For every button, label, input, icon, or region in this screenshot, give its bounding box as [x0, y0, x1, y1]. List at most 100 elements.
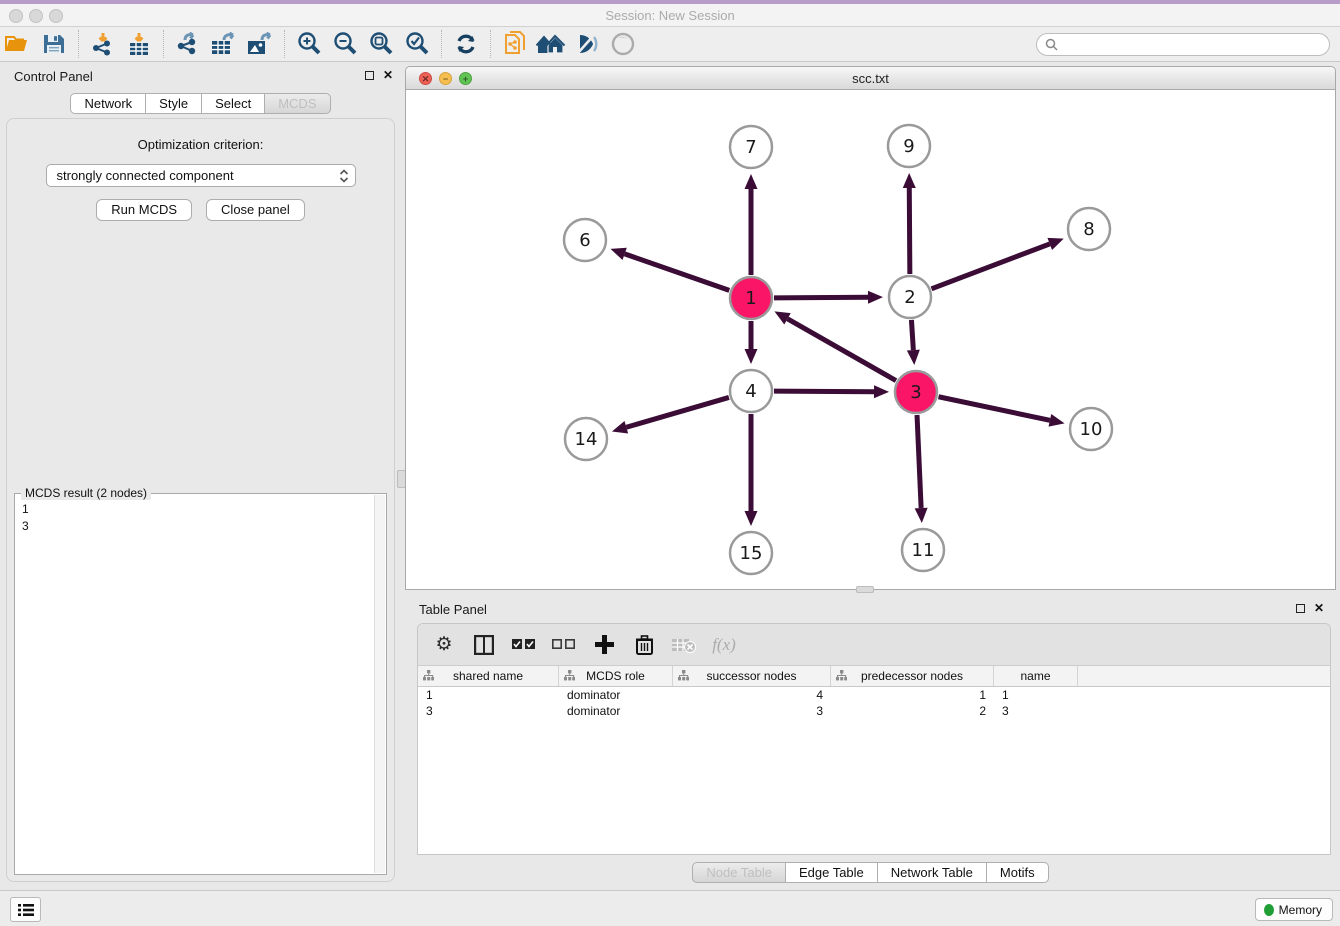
node-label-6: 6 — [579, 230, 590, 251]
view-resize-grip[interactable] — [856, 586, 874, 593]
table-cell[interactable]: 1 — [418, 687, 559, 703]
column-header-label: shared name — [453, 669, 523, 683]
edge-1-6[interactable] — [625, 254, 730, 291]
column-header-name[interactable]: name — [994, 666, 1078, 686]
add-row-icon[interactable] — [586, 628, 622, 662]
shared-column-icon — [423, 670, 434, 681]
zoom-fit-icon[interactable] — [363, 29, 399, 59]
table-row[interactable]: 1dominator411 — [418, 687, 1330, 703]
edge-3-10[interactable] — [939, 397, 1050, 421]
toolbar-separator — [78, 30, 79, 58]
table-cell[interactable]: dominator — [559, 687, 673, 703]
save-session-icon[interactable] — [36, 29, 72, 59]
network-window-title: scc.txt — [406, 71, 1335, 86]
mcds-result-group: MCDS result (2 nodes) 1 3 — [14, 493, 387, 875]
network-canvas[interactable]: 7968124314101511 — [406, 90, 1335, 589]
edge-3-11[interactable] — [917, 415, 921, 508]
close-table-panel-icon[interactable]: ✕ — [1314, 603, 1324, 613]
show-all-networks-icon[interactable] — [533, 29, 569, 59]
import-network-icon[interactable] — [85, 29, 121, 59]
node-label-11: 11 — [912, 540, 935, 561]
export-network-icon[interactable] — [170, 29, 206, 59]
float-panel-icon[interactable] — [365, 71, 374, 80]
control-panel-title: Control Panel — [14, 69, 93, 84]
window-title: Session: New Session — [0, 8, 1340, 23]
delete-row-icon[interactable] — [626, 628, 662, 662]
deselect-all-icon[interactable] — [546, 628, 582, 662]
export-image-icon[interactable] — [242, 29, 278, 59]
table-toolbar: ⚙ f(x) — [418, 624, 1330, 666]
edge-arrowhead — [903, 173, 916, 188]
search-input[interactable] — [1063, 38, 1329, 52]
open-file-icon[interactable] — [0, 29, 36, 59]
select-arrows-icon — [339, 168, 349, 184]
duplicate-network-icon[interactable] — [497, 29, 533, 59]
table-tabs: Node TableEdge TableNetwork TableMotifs — [405, 862, 1336, 883]
result-scrollbar[interactable] — [374, 495, 385, 873]
network-window-titlebar[interactable]: ✕ − + scc.txt — [406, 67, 1335, 90]
table-cell[interactable]: 3 — [994, 703, 1078, 719]
node-label-14: 14 — [575, 429, 598, 450]
edge-arrowhead — [874, 385, 889, 398]
tab-select[interactable]: Select — [202, 93, 265, 114]
table-cell[interactable]: 3 — [673, 703, 831, 719]
node-label-3: 3 — [910, 382, 921, 403]
search-field[interactable] — [1036, 33, 1330, 56]
tab-mcds[interactable]: MCDS — [265, 93, 330, 114]
tab-network-table[interactable]: Network Table — [878, 862, 987, 883]
tab-network[interactable]: Network — [70, 93, 146, 114]
delete-table-icon[interactable] — [666, 628, 702, 662]
optimization-criterion-select[interactable]: strongly connected component — [46, 164, 356, 187]
select-all-icon[interactable] — [506, 628, 542, 662]
table-cell[interactable]: 1 — [831, 687, 994, 703]
zoom-selected-icon[interactable] — [399, 29, 435, 59]
tab-node-table[interactable]: Node Table — [692, 862, 786, 883]
column-header-shared-name[interactable]: shared name — [418, 666, 559, 686]
table-cell[interactable]: 3 — [418, 703, 559, 719]
toolbar-separator — [441, 30, 442, 58]
import-table-icon[interactable] — [121, 29, 157, 59]
mcds-result-text: 1 3 — [16, 497, 373, 873]
edge-1-2[interactable] — [774, 297, 868, 298]
refresh-layout-icon[interactable] — [448, 29, 484, 59]
column-header-MCDS-role[interactable]: MCDS role — [559, 666, 673, 686]
zoom-in-icon[interactable] — [291, 29, 327, 59]
table-cell[interactable]: 2 — [831, 703, 994, 719]
edge-arrowhead — [612, 421, 628, 433]
column-header-label: successor nodes — [706, 669, 796, 683]
eye-icon[interactable] — [605, 29, 641, 59]
show-column-icon[interactable] — [466, 628, 502, 662]
edge-3-1[interactable] — [787, 319, 896, 381]
run-mcds-button[interactable]: Run MCDS — [96, 199, 192, 221]
settings-gear-icon[interactable]: ⚙ — [426, 628, 462, 662]
column-header-successor-nodes[interactable]: successor nodes — [673, 666, 831, 686]
node-table-container: ⚙ f(x) shared name MCDS role successor nod… — [417, 623, 1331, 855]
edge-2-9[interactable] — [909, 188, 910, 274]
column-header-predecessor-nodes[interactable]: predecessor nodes — [831, 666, 994, 686]
edge-4-14[interactable] — [626, 397, 729, 427]
zoom-out-icon[interactable] — [327, 29, 363, 59]
edge-2-8[interactable] — [932, 244, 1050, 289]
function-builder-icon[interactable]: f(x) — [706, 628, 742, 662]
table-cell[interactable]: dominator — [559, 703, 673, 719]
hide-panels-icon[interactable] — [569, 29, 605, 59]
table-cell[interactable]: 1 — [994, 687, 1078, 703]
task-history-button[interactable] — [10, 897, 41, 922]
tab-edge-table[interactable]: Edge Table — [786, 862, 878, 883]
close-panel-icon[interactable]: ✕ — [383, 70, 393, 80]
close-panel-button[interactable]: Close panel — [206, 199, 305, 221]
tab-style[interactable]: Style — [146, 93, 202, 114]
float-table-panel-icon[interactable] — [1296, 604, 1305, 613]
edge-4-3[interactable] — [774, 391, 874, 392]
edge-2-3[interactable] — [911, 320, 913, 350]
export-table-icon[interactable] — [206, 29, 242, 59]
table-header-row: shared name MCDS role successor nodes prede… — [418, 666, 1330, 687]
table-cell[interactable]: 4 — [673, 687, 831, 703]
optimization-criterion-label: Optimization criterion: — [7, 137, 394, 152]
mcds-panel: Optimization criterion: strongly connect… — [6, 118, 395, 882]
table-row[interactable]: 3dominator323 — [418, 703, 1330, 719]
tab-motifs[interactable]: Motifs — [987, 862, 1049, 883]
toolbar-separator — [490, 30, 491, 58]
memory-button[interactable]: Memory — [1255, 898, 1333, 921]
edge-arrowhead — [745, 511, 758, 526]
